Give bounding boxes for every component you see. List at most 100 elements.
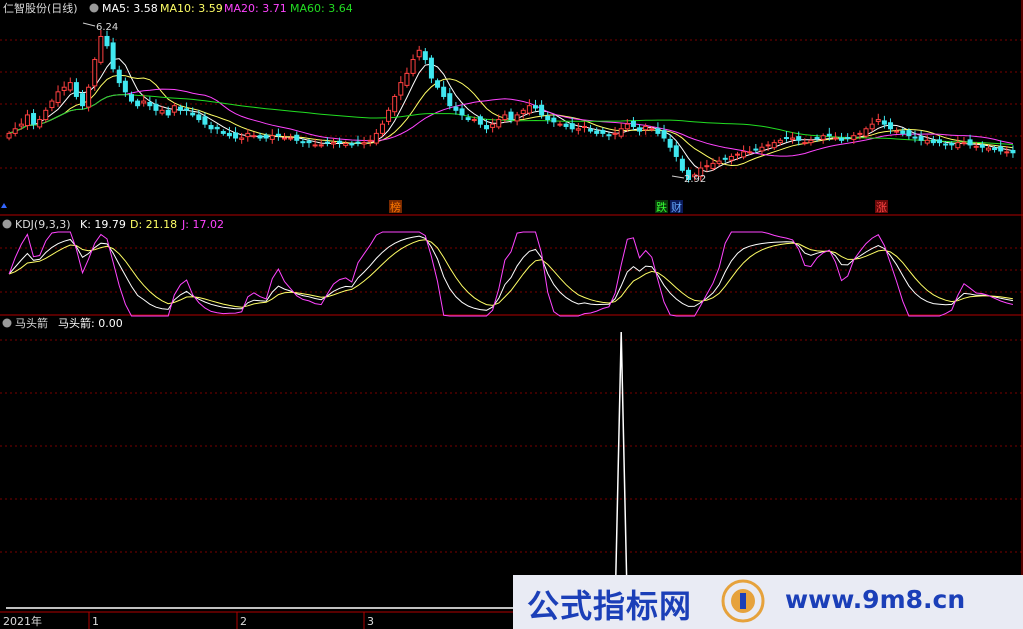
candle-body [324,141,330,144]
candle-body [637,127,643,132]
candle-body [888,122,894,130]
candle-body [900,130,906,134]
candle-body [502,114,508,121]
candle-body [949,143,955,146]
candle-body [881,120,887,125]
candle-body [575,128,581,131]
kdj-j-value: J: 17.02 [181,218,224,231]
candle-body [759,146,765,152]
candle-body [318,144,324,147]
scroll-left-icon[interactable] [1,203,7,208]
candle-body [998,146,1004,152]
candle-body [184,108,190,111]
marker-text-cai: 财 [671,200,682,214]
candle-body [251,135,257,138]
high-label: 6.24 [96,22,118,33]
candle-body [379,123,385,134]
candle-body [343,143,349,146]
candle-body [282,137,288,140]
candle-body [734,153,740,156]
candle-body [404,72,410,86]
candle-body [269,135,275,140]
candlestick-series [6,30,1016,183]
high-annotation: 6.24 [82,22,118,33]
candle-body [410,59,416,74]
candle-body [618,128,624,137]
candle-body [435,80,441,88]
watermark-banner: 公式指标网 www.9m8.cn [513,575,1023,629]
candle-body [190,112,196,116]
candle-body [98,35,104,63]
candle-body [869,123,875,130]
candle-body [771,142,777,149]
candle-body [441,86,447,97]
candle-body [459,108,465,116]
marker-text-zhang: 涨 [876,201,887,214]
candle-body [679,158,685,171]
marker-text-bang: 榜 [390,200,401,214]
kdj-d-value: D: 21.18 [130,218,177,231]
kdj-panel-header: KDJ(9,3,3) K: 19.79 D: 21.18 J: 17.02 [2,218,224,231]
arrow-toggle-icon[interactable] [2,318,12,328]
candle-body [967,139,973,146]
candle-body [826,133,832,137]
candle-body [851,135,857,140]
arrow-panel-title: 马头箭 [15,316,48,330]
ma10-value: MA10: 3.59 [160,2,223,15]
candle-body [802,142,808,145]
candle-body [361,142,367,145]
candle-body [973,145,979,148]
candle-body [245,132,251,138]
candle-body [643,125,649,131]
candle-body [845,137,851,140]
candle-body [557,123,563,126]
candle-body [294,134,300,141]
candle-body [508,111,514,121]
candle-body [122,80,128,93]
main-indicator-toggle-icon[interactable] [89,3,99,13]
candle-body [116,69,122,84]
candle-body [477,116,483,125]
candle-body [159,109,165,114]
candle-body [12,128,18,134]
time-label-3: 3 [367,615,374,628]
candle-body [624,123,630,130]
candle-body [814,137,820,140]
candle-body [355,141,361,144]
candle-body [532,105,538,109]
candle-body [263,134,269,139]
candle-body [551,117,557,123]
kdj-panel-title: KDJ(9,3,3) [15,218,71,231]
candle-body [673,145,679,157]
candle-body [239,137,245,140]
candle-body [630,120,636,127]
marker-text-die: 跌 [656,200,667,214]
candle-body [171,105,177,113]
candle-body [147,101,153,107]
candle-body [257,135,263,139]
kdj-toggle-icon[interactable] [2,219,12,229]
candle-body [728,155,734,161]
candle-body [961,142,967,145]
time-label-1: 1 [92,615,99,628]
candle-body [649,128,655,131]
low-annotation: 2.92 [671,174,706,185]
kdj-j-line [8,231,1014,317]
candle-body [465,117,471,121]
candle-body [128,94,134,102]
candle-body [61,86,67,91]
candle-body [496,119,502,128]
candle-body [985,147,991,151]
candle-body [312,144,318,147]
candle-body [453,106,459,111]
candle-body [581,125,587,128]
candle-body [545,115,551,121]
candle-body [104,35,110,47]
candle-body [202,116,208,125]
candle-body [306,140,312,144]
low-label: 2.92 [684,174,706,185]
candle-body [777,139,783,144]
candle-body [600,130,606,134]
candle-body [710,162,716,169]
candle-body [912,136,918,139]
